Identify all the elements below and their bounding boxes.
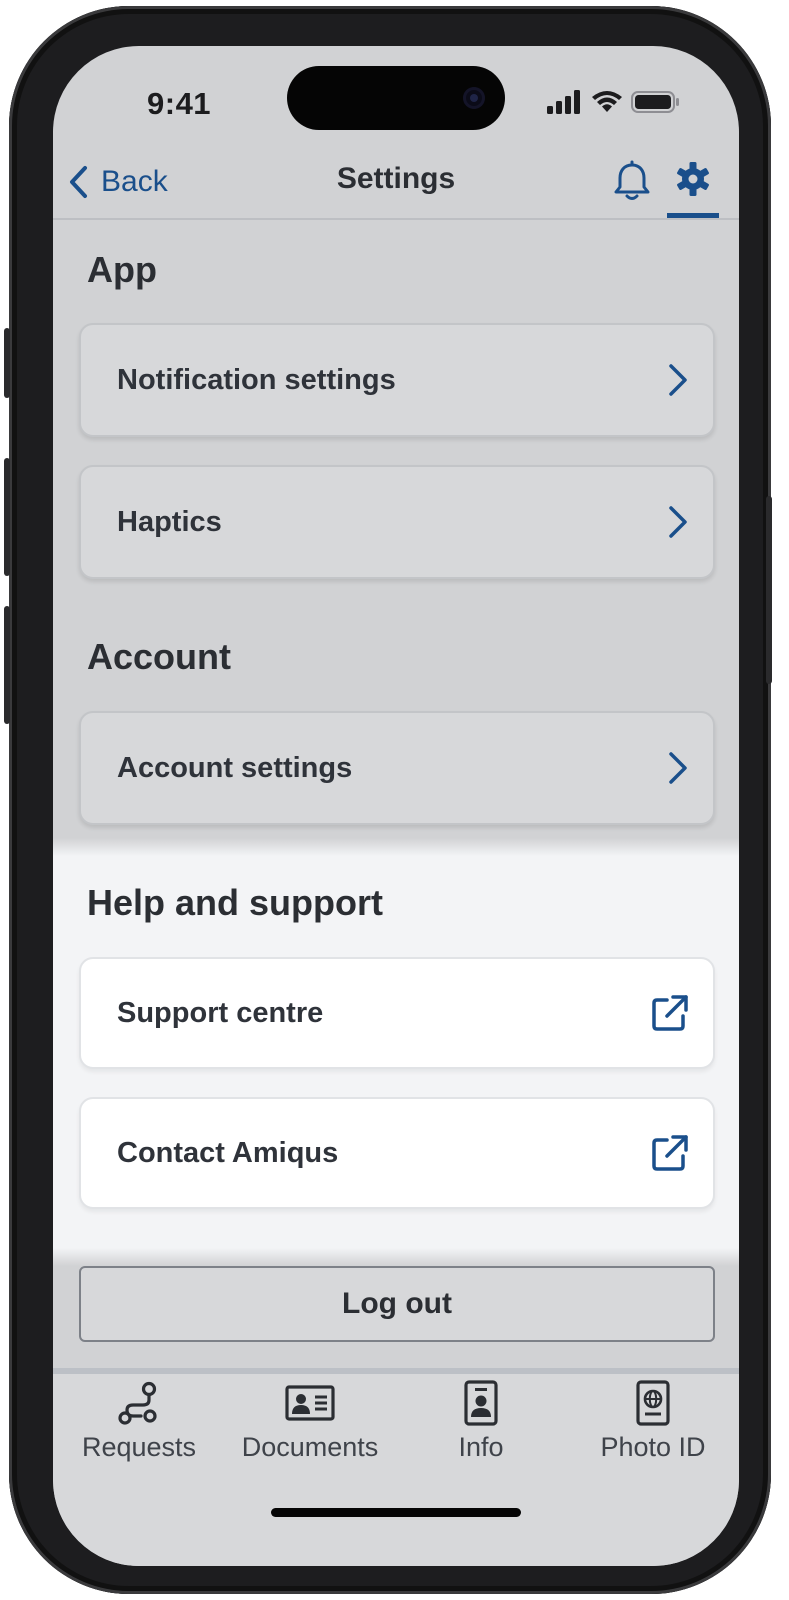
tab-label: Documents: [241, 1432, 379, 1462]
tab-photo-id[interactable]: Photo ID: [567, 1380, 739, 1463]
tab-label: Photo ID: [600, 1432, 706, 1462]
screen: 9:41 Back Settings App Notification sett…: [53, 46, 739, 1566]
volume-up-button: [4, 458, 10, 576]
dynamic-island: [287, 66, 505, 130]
action-button: [4, 328, 10, 398]
account-settings-row[interactable]: Account settings: [79, 711, 715, 825]
home-indicator: [271, 1508, 521, 1517]
chevron-right-icon: [669, 364, 687, 396]
id-card-icon: [285, 1385, 335, 1421]
front-camera: [463, 87, 485, 109]
cellular-signal-icon: [547, 90, 580, 114]
route-icon: [118, 1381, 157, 1425]
contact-amiqus-row[interactable]: Contact Amiqus: [79, 1097, 715, 1209]
tab-label: Info: [458, 1432, 504, 1462]
section-title-help: Help and support: [87, 882, 383, 923]
active-tab-indicator: [667, 213, 719, 218]
phone-frame: 9:41 Back Settings App Notification sett…: [4, 6, 772, 1594]
contact-badge-icon: [464, 1380, 498, 1426]
wifi-icon: [592, 91, 622, 112]
settings-button[interactable]: [675, 160, 711, 203]
row-label: Support centre: [117, 996, 324, 1029]
log-out-button[interactable]: Log out: [79, 1266, 715, 1342]
bell-icon: [614, 160, 650, 200]
tab-info[interactable]: Info: [395, 1380, 567, 1463]
haptics-row[interactable]: Haptics: [79, 465, 715, 579]
status-time: 9:41: [147, 86, 212, 121]
row-label: Account settings: [117, 751, 353, 784]
notifications-button[interactable]: [613, 160, 651, 207]
chevron-right-icon: [669, 506, 687, 538]
notification-settings-row[interactable]: Notification settings: [79, 323, 715, 437]
battery-icon: [631, 91, 679, 113]
tab-label: Requests: [81, 1432, 197, 1462]
row-label: Haptics: [117, 505, 222, 538]
chevron-right-icon: [669, 752, 687, 784]
external-link-icon: [652, 1135, 688, 1171]
passport-icon: [636, 1380, 670, 1426]
support-centre-row[interactable]: Support centre: [79, 957, 715, 1069]
external-link-icon: [652, 995, 688, 1031]
section-title-app: App: [87, 249, 157, 290]
gear-icon: [677, 162, 709, 196]
row-label: Contact Amiqus: [117, 1136, 339, 1169]
tab-requests[interactable]: Requests: [53, 1380, 225, 1463]
power-button: [766, 496, 772, 684]
volume-down-button: [4, 606, 10, 724]
tab-documents[interactable]: Documents: [224, 1380, 396, 1463]
tab-bar: Requests Documents Info Photo ID: [53, 1368, 739, 1566]
section-title-account: Account: [87, 636, 231, 677]
status-icons: [547, 90, 681, 114]
nav-header: Back Settings: [53, 156, 739, 220]
row-label: Notification settings: [117, 363, 396, 396]
